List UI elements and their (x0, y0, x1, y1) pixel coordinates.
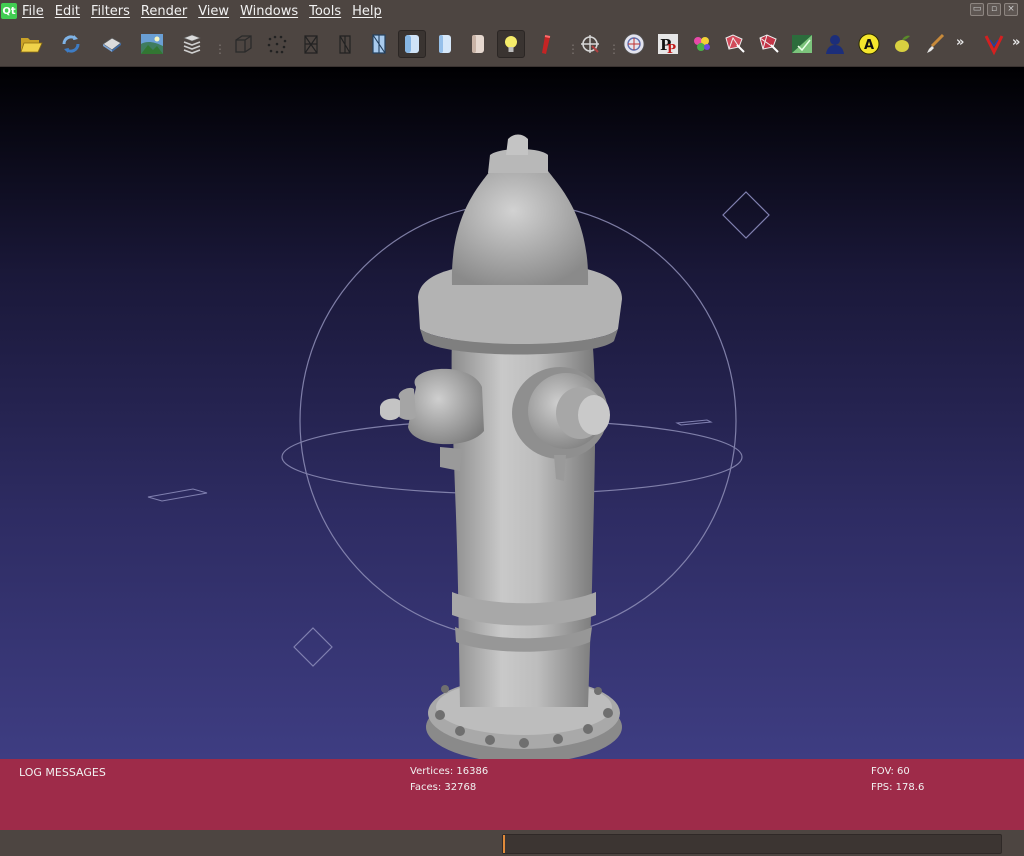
menu-file[interactable]: File (18, 4, 48, 19)
log-panel: LOG MESSAGES Vertices: 16386 Faces: 3276… (0, 759, 1024, 830)
mesh-scene (147, 134, 770, 759)
paint-icon[interactable] (688, 30, 716, 58)
menu-view[interactable]: View (194, 4, 233, 19)
qt-logo: Qt (1, 3, 17, 19)
select-faces-icon[interactable] (755, 30, 783, 58)
window-controls: ▭ ▫ × (970, 3, 1018, 16)
measure-icon[interactable] (620, 30, 648, 58)
trackball-icon[interactable] (576, 30, 604, 58)
reload-icon[interactable] (57, 30, 85, 58)
status-bar (0, 830, 1024, 856)
hidden-lines-icon[interactable] (331, 30, 359, 58)
fps-readout: FPS: 178.6 (871, 782, 925, 793)
fov-readout: FOV: 60 (871, 766, 910, 777)
light-icon[interactable] (497, 30, 525, 58)
wireframe-icon[interactable] (297, 30, 325, 58)
flat-icon[interactable] (431, 30, 459, 58)
bbox-icon[interactable] (229, 30, 257, 58)
fruit-icon[interactable] (888, 30, 916, 58)
align-icon[interactable] (788, 30, 816, 58)
progress-bar (502, 834, 1002, 854)
georef-icon[interactable] (821, 30, 849, 58)
progress-fill (503, 835, 506, 853)
menu-filters[interactable]: Filters (87, 4, 134, 19)
toolbar-separator (214, 38, 216, 52)
vertex-count: Vertices: 16386 (410, 766, 489, 777)
log-messages-title: LOG MESSAGES (19, 766, 106, 779)
minimize-window-button[interactable]: ▫ (987, 3, 1001, 16)
select-vertices-icon[interactable] (721, 30, 749, 58)
menu-bar: Qt File Edit Filters Render View Windows… (0, 0, 1024, 22)
annotation-icon[interactable]: A (855, 30, 883, 58)
layers-icon[interactable] (178, 30, 206, 58)
face-count: Faces: 32768 (410, 782, 477, 793)
svg-text:P: P (667, 42, 676, 56)
3d-viewport[interactable] (0, 67, 1024, 759)
restore-window-button[interactable]: ▭ (970, 3, 984, 16)
texture-icon[interactable] (464, 30, 492, 58)
more-icon[interactable] (980, 30, 1008, 58)
color-icon[interactable] (531, 30, 559, 58)
toolbar-separator (608, 38, 610, 52)
menu-render[interactable]: Render (137, 4, 191, 19)
toolbar-overflow-icon-2[interactable]: » (1012, 35, 1020, 50)
pickpoints-icon[interactable]: PP (654, 30, 682, 58)
brush-icon[interactable] (921, 30, 949, 58)
menu-edit[interactable]: Edit (51, 4, 84, 19)
menu-help[interactable]: Help (348, 4, 386, 19)
open-folder-icon[interactable] (17, 30, 45, 58)
toolbar-separator (567, 38, 569, 52)
flat-lines-icon[interactable] (365, 30, 393, 58)
toolbar: PP A » » (0, 22, 1024, 67)
menu-windows[interactable]: Windows (236, 4, 302, 19)
points-icon[interactable] (263, 30, 291, 58)
smooth-icon[interactable] (398, 30, 426, 58)
snapshot-icon[interactable] (138, 30, 166, 58)
save-icon[interactable] (98, 30, 126, 58)
menu-tools[interactable]: Tools (305, 4, 345, 19)
toolbar-overflow-icon[interactable]: » (956, 35, 964, 50)
close-window-button[interactable]: × (1004, 3, 1018, 16)
svg-text:A: A (864, 38, 874, 53)
